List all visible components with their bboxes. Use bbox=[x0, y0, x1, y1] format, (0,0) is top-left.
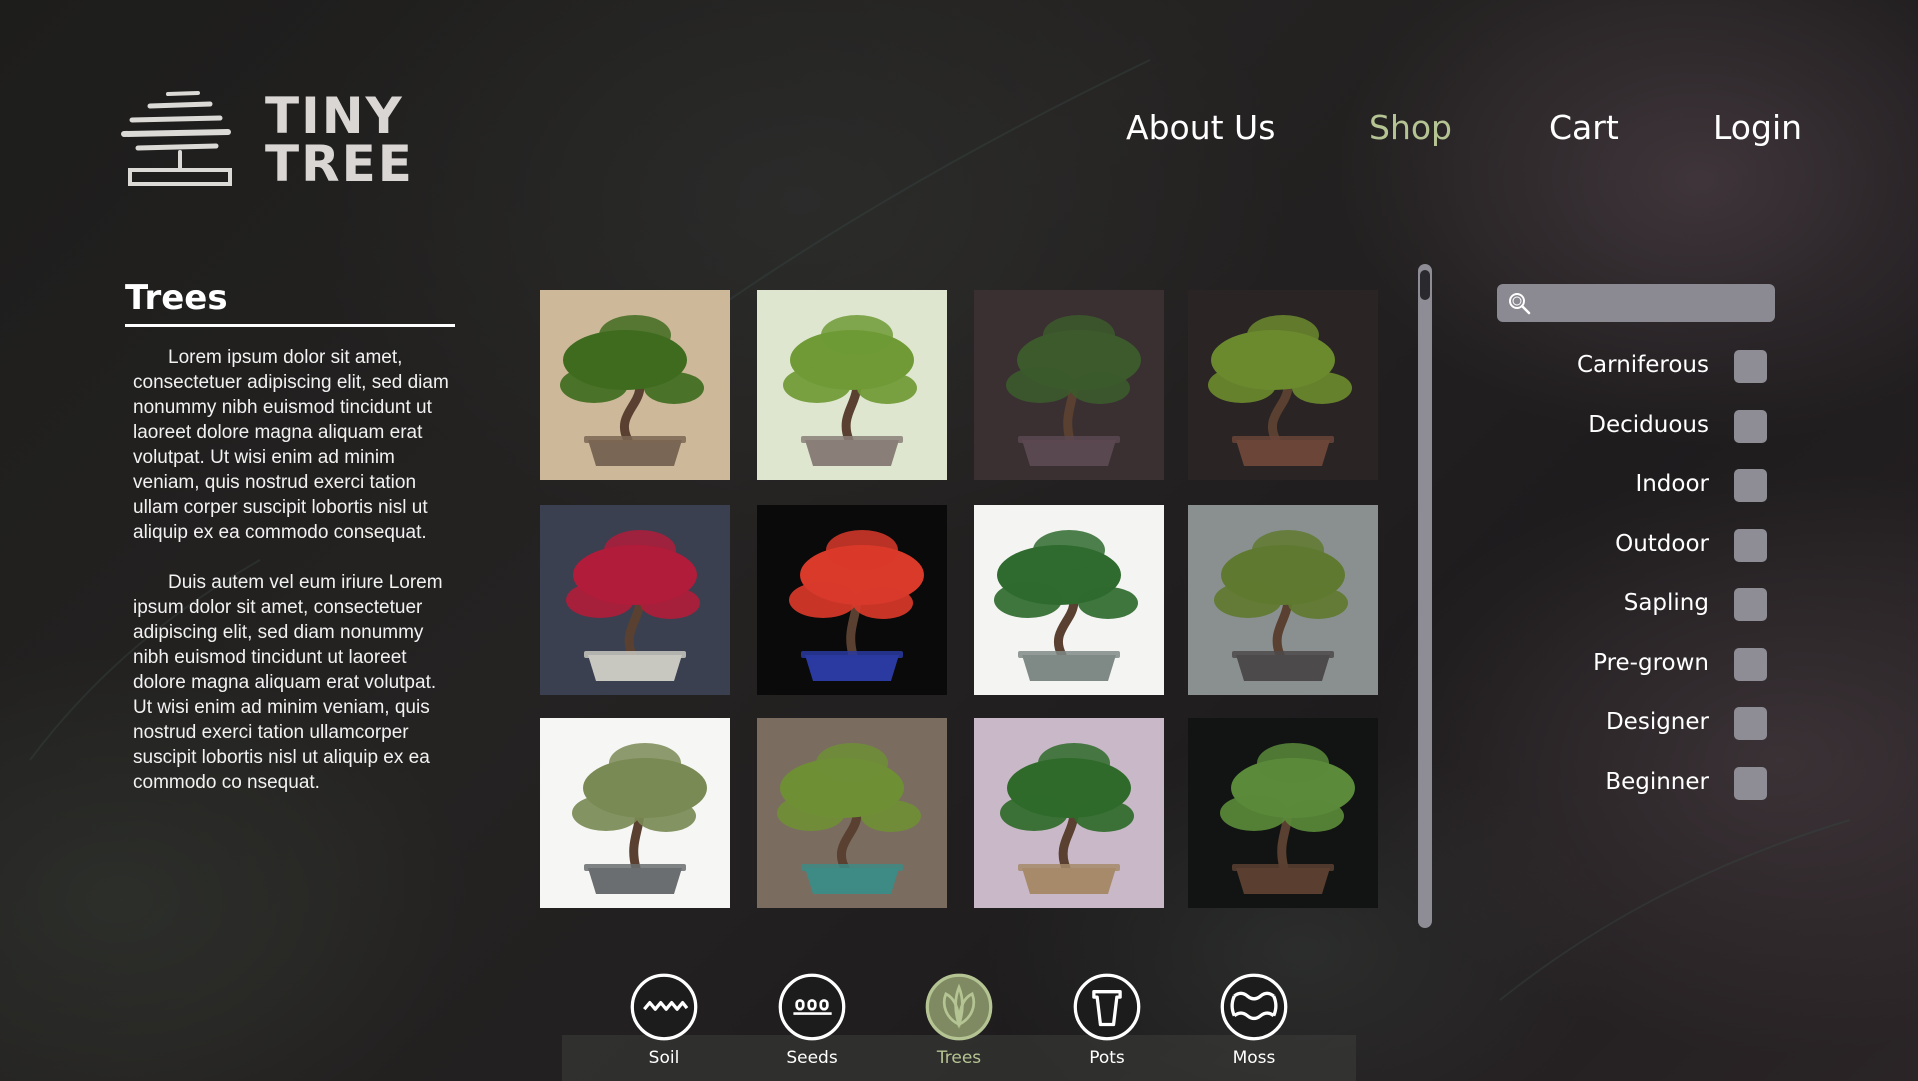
product-image bbox=[974, 505, 1164, 695]
filter-checkbox[interactable] bbox=[1734, 350, 1767, 383]
product-tile[interactable] bbox=[757, 290, 947, 480]
category-label: Seeds bbox=[786, 1048, 838, 1068]
nav-shop[interactable]: Shop bbox=[1369, 108, 1452, 147]
category-label: Trees bbox=[936, 1048, 982, 1068]
description-paragraph-2: Duis autem vel eum iriure Lorem ipsum do… bbox=[133, 572, 443, 793]
product-image bbox=[757, 718, 947, 908]
product-image bbox=[540, 718, 730, 908]
product-tile[interactable] bbox=[1188, 505, 1378, 695]
filter-indoor[interactable]: Indoor bbox=[1497, 469, 1767, 505]
main-nav: About Us Shop Cart Login bbox=[0, 108, 1918, 158]
product-tile[interactable] bbox=[974, 290, 1164, 480]
pot-icon bbox=[1073, 973, 1141, 1041]
filter-sapling[interactable]: Sapling bbox=[1497, 588, 1767, 624]
search-box[interactable] bbox=[1497, 284, 1775, 324]
product-tile[interactable] bbox=[974, 718, 1164, 908]
product-grid bbox=[540, 290, 1380, 910]
product-tile[interactable] bbox=[757, 718, 947, 908]
category-trees[interactable]: Trees bbox=[909, 972, 1009, 1081]
filter-outdoor[interactable]: Outdoor bbox=[1497, 528, 1767, 565]
seeds-icon bbox=[778, 973, 846, 1041]
filter-label: Deciduous bbox=[1588, 411, 1709, 438]
product-tile[interactable] bbox=[540, 505, 730, 695]
nav-about-us[interactable]: About Us bbox=[1126, 108, 1275, 147]
product-image bbox=[974, 290, 1164, 480]
leaf-icon bbox=[925, 973, 993, 1041]
category-soil[interactable]: Soil bbox=[614, 972, 714, 1081]
product-image bbox=[974, 718, 1164, 908]
category-description: Trees Lorem ipsum dolor sit amet, consec… bbox=[125, 278, 455, 795]
search-icon bbox=[1509, 293, 1531, 315]
product-tile[interactable] bbox=[540, 290, 730, 480]
filter-checkbox[interactable] bbox=[1734, 588, 1767, 621]
filter-label: Sapling bbox=[1623, 590, 1709, 616]
product-grid-scrollbar[interactable] bbox=[1418, 264, 1432, 928]
category-seeds[interactable]: Seeds bbox=[762, 972, 862, 1081]
filter-designer[interactable]: Designer bbox=[1497, 707, 1767, 743]
nav-login[interactable]: Login bbox=[1713, 108, 1802, 147]
product-tile[interactable] bbox=[1188, 718, 1378, 908]
filter-label: Outdoor bbox=[1615, 530, 1709, 557]
filter-label: Pre-grown bbox=[1593, 649, 1709, 676]
category-title: Trees bbox=[125, 278, 455, 327]
filter-checkbox[interactable] bbox=[1734, 528, 1767, 562]
filter-label: Indoor bbox=[1635, 471, 1709, 497]
product-image bbox=[540, 505, 730, 695]
filter-label: Designer bbox=[1605, 709, 1709, 735]
filter-deciduous[interactable]: Deciduous bbox=[1497, 409, 1767, 446]
category-label: Soil bbox=[648, 1048, 680, 1068]
product-image bbox=[1188, 718, 1378, 908]
product-tile[interactable] bbox=[1188, 290, 1378, 480]
product-tile[interactable] bbox=[974, 505, 1164, 695]
product-tile[interactable] bbox=[540, 718, 730, 908]
filter-label: Beginner bbox=[1605, 768, 1709, 795]
product-image bbox=[1188, 505, 1378, 695]
moss-icon bbox=[1220, 973, 1288, 1041]
product-image bbox=[1188, 290, 1378, 480]
filter-pre-grown[interactable]: Pre-grown bbox=[1497, 647, 1767, 684]
filter-checkbox[interactable] bbox=[1734, 766, 1767, 800]
filter-beginner[interactable]: Beginner bbox=[1497, 766, 1767, 803]
category-label: Pots bbox=[1089, 1048, 1125, 1068]
scrollbar-thumb[interactable] bbox=[1420, 270, 1430, 300]
product-image bbox=[540, 290, 730, 480]
category-label: Moss bbox=[1232, 1048, 1276, 1068]
filter-checkbox[interactable] bbox=[1734, 469, 1767, 502]
nav-cart[interactable]: Cart bbox=[1549, 108, 1619, 147]
product-image bbox=[757, 290, 947, 480]
filter-carniferous[interactable]: Carniferous bbox=[1497, 350, 1767, 386]
product-tile[interactable] bbox=[757, 505, 947, 695]
product-image bbox=[757, 505, 947, 695]
category-pots[interactable]: Pots bbox=[1057, 972, 1157, 1081]
filter-checkbox[interactable] bbox=[1734, 707, 1767, 740]
filter-checkbox[interactable] bbox=[1734, 409, 1767, 443]
filter-label: Carniferous bbox=[1576, 352, 1709, 378]
filter-checkbox[interactable] bbox=[1734, 647, 1767, 681]
soil-icon bbox=[630, 973, 698, 1041]
search-input[interactable] bbox=[1539, 284, 1769, 324]
description-paragraph-1: Lorem ipsum dolor sit amet, consectetuer… bbox=[133, 347, 449, 543]
category-moss[interactable]: Moss bbox=[1204, 972, 1304, 1081]
